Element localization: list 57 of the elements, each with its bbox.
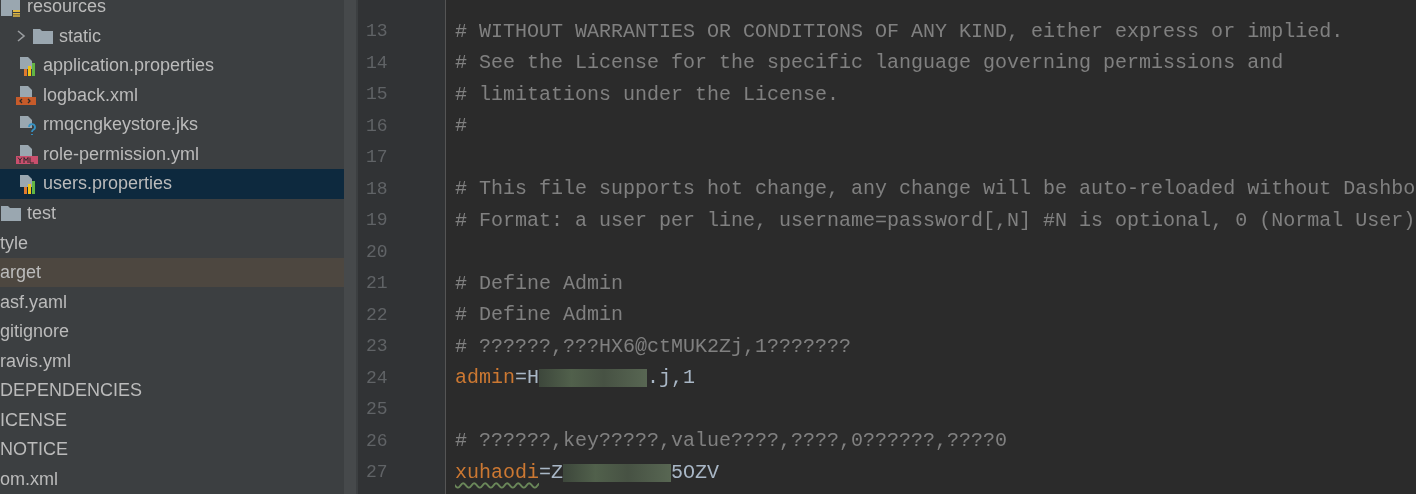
tree-item[interactable]: test [0,198,344,229]
tree-item[interactable]: ICENSE [0,405,344,435]
tree-item-label: resources [27,0,107,19]
chevron-right-icon[interactable] [15,29,27,44]
tree-item-label: logback.xml [43,83,139,107]
tree-item-label: arget [0,261,42,285]
tree-item-label: DEPENDENCIES [0,379,143,403]
code-token: # Define Admin [455,270,624,297]
tree-item[interactable]: ravis.yml [0,346,344,376]
code-token: =H [515,365,540,392]
tree-item-label: ravis.yml [0,349,71,373]
tree-item[interactable]: DEPENDENCIES [0,375,344,406]
tree-item-label: ICENSE [0,408,68,432]
folder-icon [32,27,54,46]
tree-item-label: om.xml [0,467,58,491]
code-token: # [455,113,467,140]
tree-item-label: users.properties [43,172,173,196]
tree-item-label: asf.yaml [0,290,68,314]
tree-item[interactable]: role-permission.yml [0,139,344,170]
tree-item[interactable]: application.properties [0,51,344,81]
resource-folder-icon [0,0,22,17]
tree-item-label: rmqcngkeystore.jks [43,113,199,137]
code-token: # ??????,???HX6@ctMUK2Zj,1??????? [455,333,852,360]
tree-item-label: application.properties [43,54,215,78]
code-file-icon [16,85,38,106]
code-token: # limitations under the License. [455,81,840,108]
code-token: # Define Admin [455,302,624,329]
tree-item[interactable]: NOTICE [0,434,344,465]
tree-item[interactable]: asf.yaml [0,287,344,317]
tree-item[interactable]: gitignore [0,316,344,347]
code-token: xuhaodi [455,459,539,486]
code-token: .j,1 [647,365,696,392]
tree-item-label: tyle [0,231,28,255]
tree-item-label: NOTICE [0,438,68,462]
tree-item[interactable]: resources [0,0,344,22]
tree-item[interactable]: logback.xml [0,80,344,111]
tree-item[interactable]: static [0,21,344,52]
yml-file-icon [16,144,38,165]
code-token: # Format: a user per line, username=password[,N] #N is optional, 0 (Normal User) [455,207,1416,234]
code-token: admin [455,365,515,392]
code-token: # ??????,key?????,value????,????,0??????,????0 [455,428,1008,455]
code-token: 5OZV [671,459,720,486]
tree-item[interactable]: arget [0,257,344,288]
code-token: # See the License for the specific language governing permissions and [455,50,1284,77]
tree-item-label: gitignore [0,320,70,344]
tree-item[interactable]: users.properties [0,169,344,199]
code-token: # This file supports hot change, any change will be auto-reloaded without Dashbo [455,176,1416,203]
tree-item[interactable]: om.xml [0,464,344,494]
tree-item-label: test [27,202,56,225]
tree-item-label: static [59,24,101,48]
folder-icon [0,204,22,223]
code-token: # WITHOUT WARRANTIES OR CONDITIONS OF ANY KIND, either express or implied. [455,18,1344,45]
tree-item[interactable]: tyle [0,228,344,258]
tree-item-label: role-permission.yml [43,142,200,166]
scrollbar[interactable] [344,0,356,494]
code-token: =Z [539,459,564,486]
tree-item[interactable]: rmqcngkeystore.jks [0,110,344,140]
